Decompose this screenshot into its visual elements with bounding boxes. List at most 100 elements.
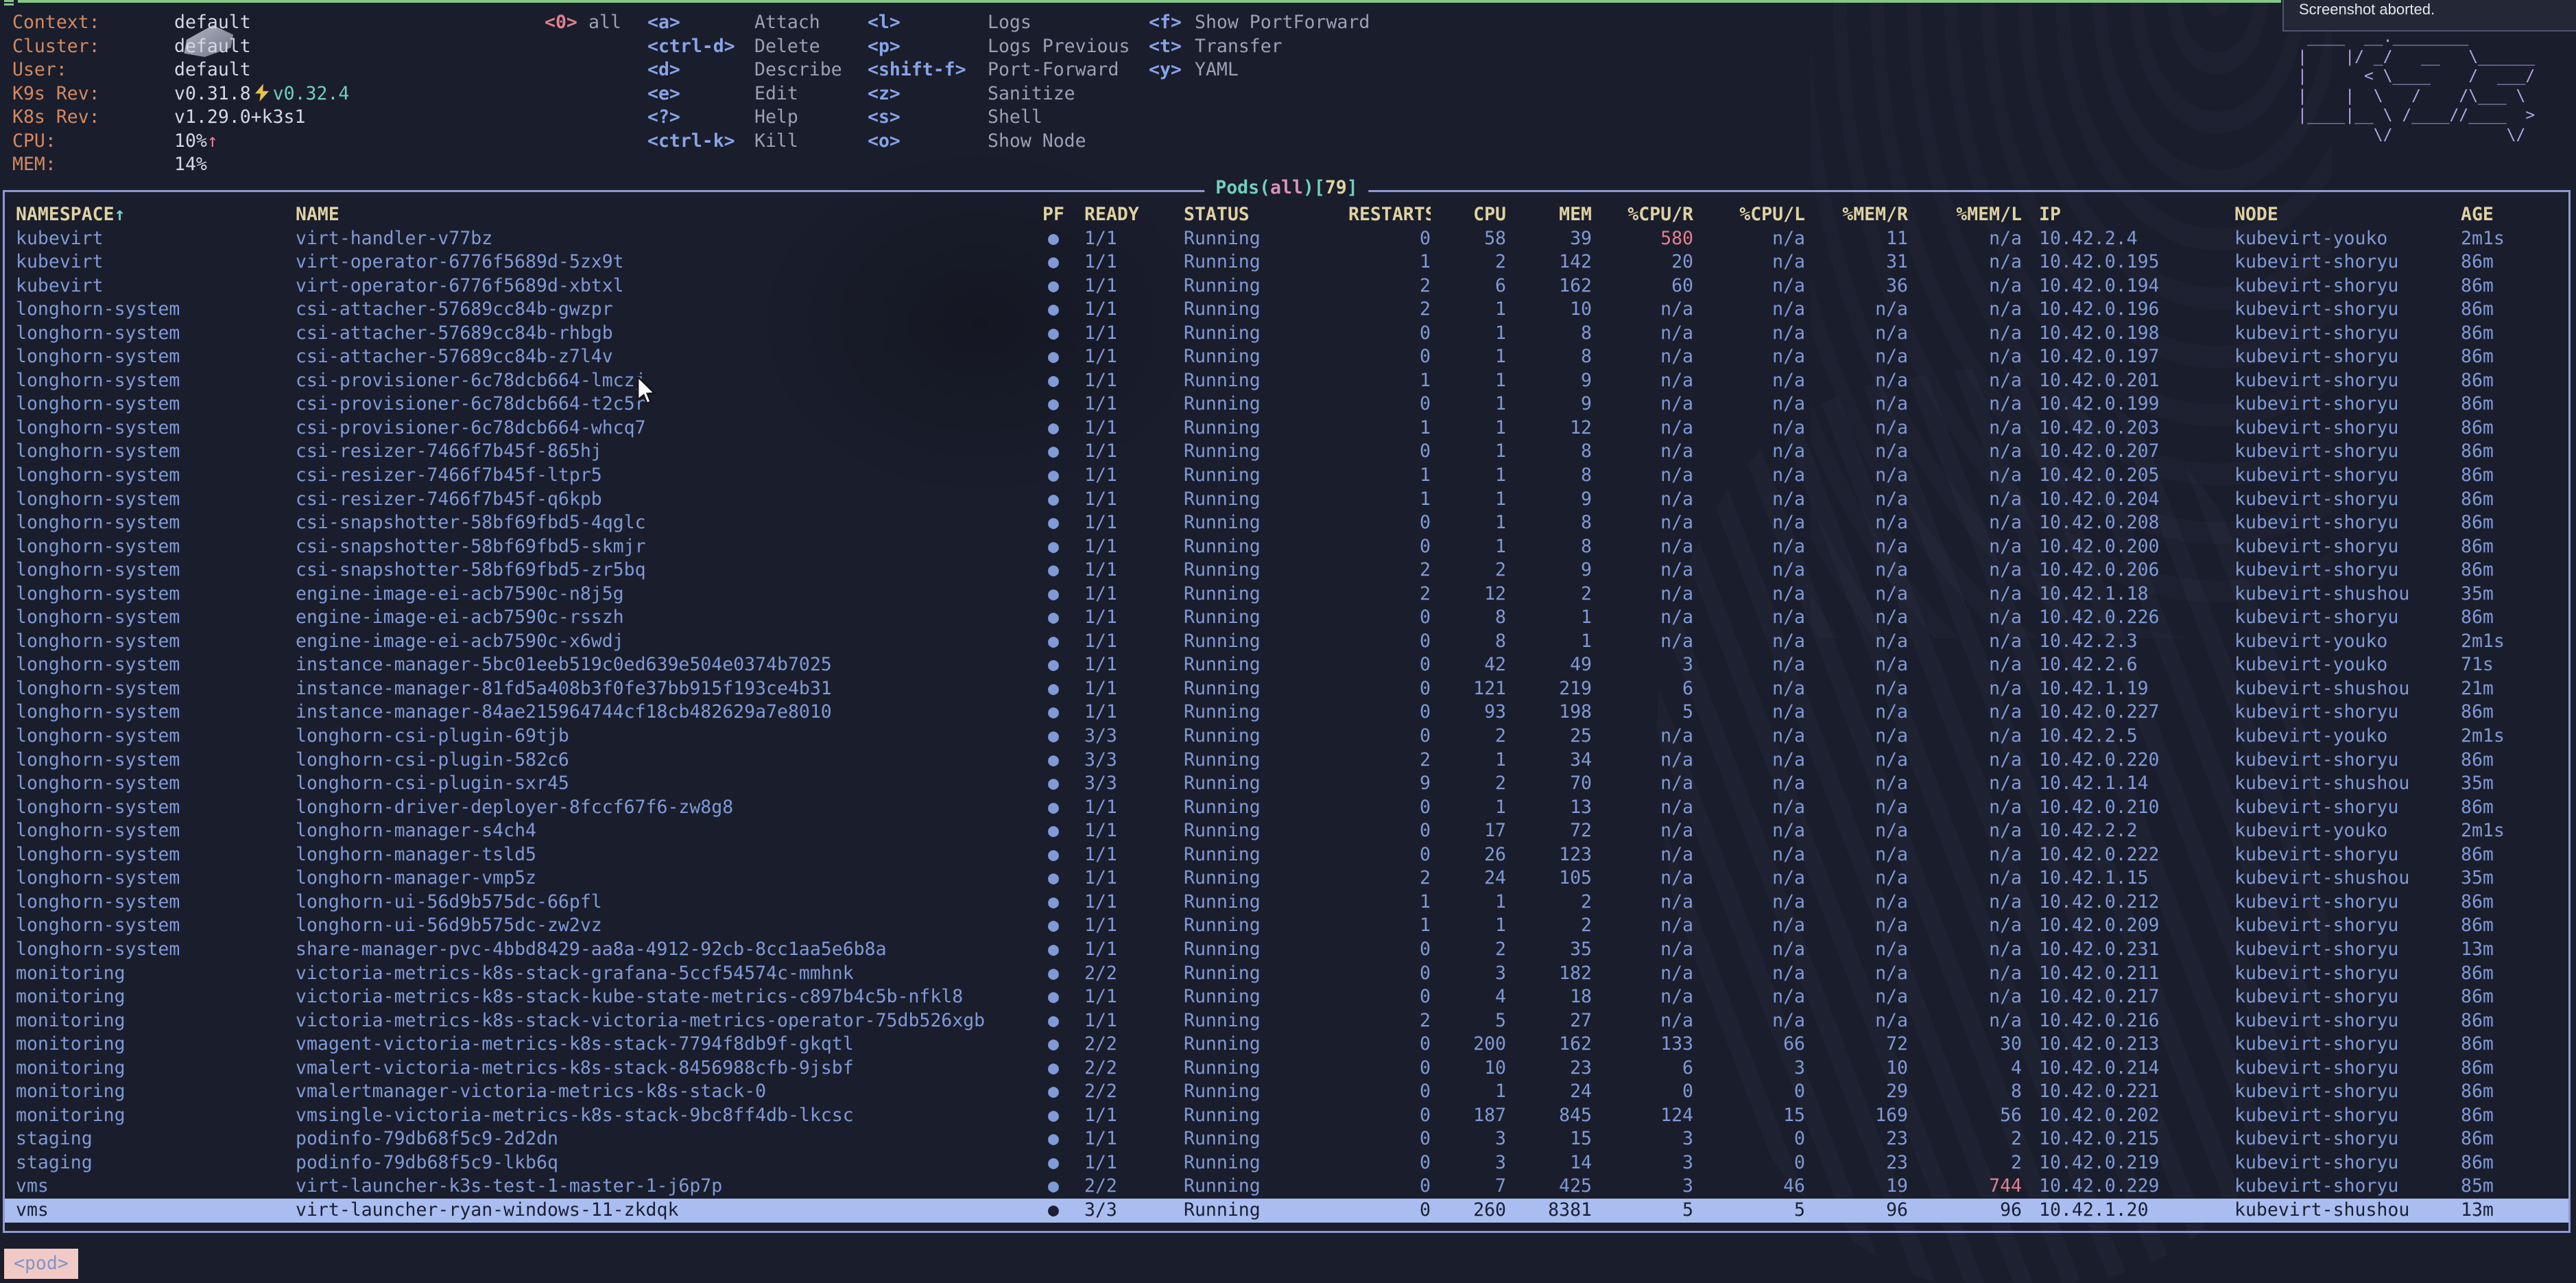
cell-namespace: longhorn-system [16, 464, 296, 488]
table-row[interactable]: monitoringvmsingle-victoria-metrics-k8s-… [5, 1104, 2568, 1128]
cell-node: kubevirt-shoryu [2234, 250, 2461, 274]
table-row[interactable]: longhorn-systemlonghorn-manager-s4ch4●1/… [5, 819, 2568, 843]
table-row[interactable]: longhorn-systemengine-image-ei-acb7590c-… [5, 582, 2568, 607]
cell-cpu: 2 [1431, 725, 1506, 749]
table-row[interactable]: longhorn-systemlonghorn-csi-plugin-sxr45… [5, 772, 2568, 796]
column-header-memR[interactable]: %MEM/R [1805, 203, 1908, 227]
table-row[interactable]: longhorn-systemlonghorn-ui-56d9b575dc-66… [5, 891, 2568, 915]
table-row[interactable]: longhorn-systemlonghorn-driver-deployer-… [5, 796, 2568, 820]
table-row[interactable]: longhorn-systemlonghorn-manager-tsld5●1/… [5, 843, 2568, 867]
cell-status: Running [1184, 819, 1348, 843]
cell-cpu: 1 [1431, 535, 1506, 559]
table-row[interactable]: longhorn-systemcsi-resizer-7466f7b45f-86… [5, 440, 2568, 464]
cell-ready: 1/1 [1084, 1104, 1184, 1128]
column-header-status[interactable]: STATUS [1184, 203, 1348, 227]
table-row[interactable]: longhorn-systemcsi-snapshotter-58bf69fbd… [5, 511, 2568, 535]
column-header-age[interactable]: AGE [2461, 203, 2561, 227]
table-row[interactable]: vmsvirt-launcher-k3s-test-1-master-1-j6p… [5, 1175, 2568, 1199]
cell-memR: 11 [1805, 227, 1908, 251]
cell-pf: ● [1023, 535, 1084, 559]
table-row[interactable]: longhorn-systemlonghorn-manager-vmp5z●1/… [5, 867, 2568, 891]
column-header-cpu[interactable]: CPU [1431, 203, 1506, 227]
column-header-memL[interactable]: %MEM/L [1908, 203, 2022, 227]
column-header-restarts[interactable]: RESTARTS [1348, 203, 1431, 227]
info-label-user: User: [12, 58, 174, 82]
table-row[interactable]: kubevirtvirt-handler-v77bz●1/1Running058… [5, 227, 2568, 251]
table-row[interactable]: monitoringvictoria-metrics-k8s-stack-kub… [5, 985, 2568, 1009]
cell-memR: n/a [1805, 416, 1908, 440]
table-row[interactable]: longhorn-systemlonghorn-csi-plugin-582c6… [5, 749, 2568, 773]
table-row[interactable]: monitoringvictoria-metrics-k8s-stack-vic… [5, 1009, 2568, 1033]
breadcrumb-pod-badge[interactable]: <pod> [4, 1249, 78, 1279]
table-row[interactable]: longhorn-systemcsi-provisioner-6c78dcb66… [5, 369, 2568, 393]
table-row[interactable]: longhorn-systemcsi-resizer-7466f7b45f-q6… [5, 488, 2568, 512]
cell-cpuR: n/a [1592, 416, 1693, 440]
hotkey-ctrl-d: <ctrl-d>Delete [647, 35, 842, 59]
cell-namespace: longhorn-system [16, 867, 296, 891]
cell-name: longhorn-ui-56d9b575dc-66pfl [296, 891, 1023, 915]
table-row[interactable]: longhorn-systemlonghorn-ui-56d9b575dc-zw… [5, 914, 2568, 938]
cell-node: kubevirt-shoryu [2234, 914, 2461, 938]
cell-node: kubevirt-shoryu [2234, 1104, 2461, 1128]
cell-cpuL: 0 [1693, 1127, 1805, 1151]
column-header-ready[interactable]: READY [1084, 203, 1184, 227]
table-row[interactable]: longhorn-systeminstance-manager-81fd5a40… [5, 677, 2568, 701]
table-row[interactable]: longhorn-systeminstance-manager-5bc01eeb… [5, 653, 2568, 677]
column-header-cpuL[interactable]: %CPU/L [1693, 203, 1805, 227]
cell-name: podinfo-79db68f5c9-lkb6q [296, 1151, 1023, 1175]
table-row[interactable]: monitoringvmalertmanager-victoria-metric… [5, 1080, 2568, 1104]
cell-node: kubevirt-youko [2234, 725, 2461, 749]
mouse-cursor [636, 377, 660, 407]
cell-ip: 10.42.0.216 [2022, 1009, 2234, 1033]
table-row[interactable]: monitoringvmalert-victoria-metrics-k8s-s… [5, 1057, 2568, 1081]
table-row[interactable]: longhorn-systeminstance-manager-84ae2159… [5, 701, 2568, 725]
table-row[interactable]: stagingpodinfo-79db68f5c9-2d2dn●1/1Runni… [5, 1127, 2568, 1151]
hotkey-label-shift-f: Port-Forward [988, 59, 1119, 80]
table-row[interactable]: kubevirtvirt-operator-6776f5689d-5zx9t●1… [5, 250, 2568, 274]
table-row[interactable]: longhorn-systemengine-image-ei-acb7590c-… [5, 606, 2568, 630]
cell-cpu: 1 [1431, 488, 1506, 512]
cell-name: longhorn-manager-s4ch4 [296, 819, 1023, 843]
cell-memR: n/a [1805, 867, 1908, 891]
table-row[interactable]: longhorn-systemengine-image-ei-acb7590c-… [5, 630, 2568, 654]
cell-mem: 27 [1506, 1009, 1592, 1033]
table-row[interactable]: vmsvirt-launcher-ryan-windows-11-zkdqk●3… [5, 1199, 2568, 1223]
column-header-namespace[interactable]: NAMESPACE↑ [16, 203, 296, 227]
table-row[interactable]: longhorn-systemcsi-provisioner-6c78dcb66… [5, 416, 2568, 440]
cell-cpuR: n/a [1592, 630, 1693, 654]
column-header-pf[interactable]: PF [1023, 203, 1084, 227]
cell-pf: ● [1023, 1199, 1084, 1223]
table-row[interactable]: kubevirtvirt-operator-6776f5689d-xbtxl●1… [5, 274, 2568, 298]
cell-ip: 10.42.0.196 [2022, 298, 2234, 322]
table-row[interactable]: longhorn-systemlonghorn-csi-plugin-69tjb… [5, 725, 2568, 749]
table-row[interactable]: longhorn-systemcsi-resizer-7466f7b45f-lt… [5, 464, 2568, 488]
cell-memL: n/a [1908, 938, 2022, 962]
table-row[interactable]: monitoringvictoria-metrics-k8s-stack-gra… [5, 962, 2568, 986]
cell-cpu: 1 [1431, 369, 1506, 393]
pod-status-dot-icon: ● [1048, 440, 1059, 462]
table-row[interactable]: longhorn-systemcsi-attacher-57689cc84b-z… [5, 345, 2568, 369]
cell-memL: n/a [1908, 464, 2022, 488]
column-header-mem[interactable]: MEM [1506, 203, 1592, 227]
pod-status-dot-icon: ● [1048, 749, 1059, 770]
cell-ip: 10.42.0.205 [2022, 464, 2234, 488]
table-row[interactable]: stagingpodinfo-79db68f5c9-lkb6q●1/1Runni… [5, 1151, 2568, 1175]
cell-ip: 10.42.0.198 [2022, 322, 2234, 346]
table-row[interactable]: longhorn-systemshare-manager-pvc-4bbd842… [5, 938, 2568, 962]
table-row[interactable]: longhorn-systemcsi-snapshotter-58bf69fbd… [5, 558, 2568, 582]
cell-status: Running [1184, 1033, 1348, 1057]
column-header-node[interactable]: NODE [2234, 203, 2461, 227]
cell-status: Running [1184, 725, 1348, 749]
table-row[interactable]: longhorn-systemcsi-attacher-57689cc84b-r… [5, 322, 2568, 346]
table-row[interactable]: longhorn-systemcsi-attacher-57689cc84b-g… [5, 298, 2568, 322]
table-row[interactable]: longhorn-systemcsi-provisioner-6c78dcb66… [5, 392, 2568, 416]
cell-ready: 3/3 [1084, 1199, 1184, 1223]
cell-node: kubevirt-shoryu [2234, 416, 2461, 440]
table-row[interactable]: longhorn-systemcsi-snapshotter-58bf69fbd… [5, 535, 2568, 559]
cell-ip: 10.42.0.211 [2022, 962, 2234, 986]
table-row[interactable]: monitoringvmagent-victoria-metrics-k8s-s… [5, 1033, 2568, 1057]
cell-mem: 182 [1506, 962, 1592, 986]
column-header-cpuR[interactable]: %CPU/R [1592, 203, 1693, 227]
column-header-ip[interactable]: IP [2022, 203, 2234, 227]
column-header-name[interactable]: NAME [296, 203, 1023, 227]
